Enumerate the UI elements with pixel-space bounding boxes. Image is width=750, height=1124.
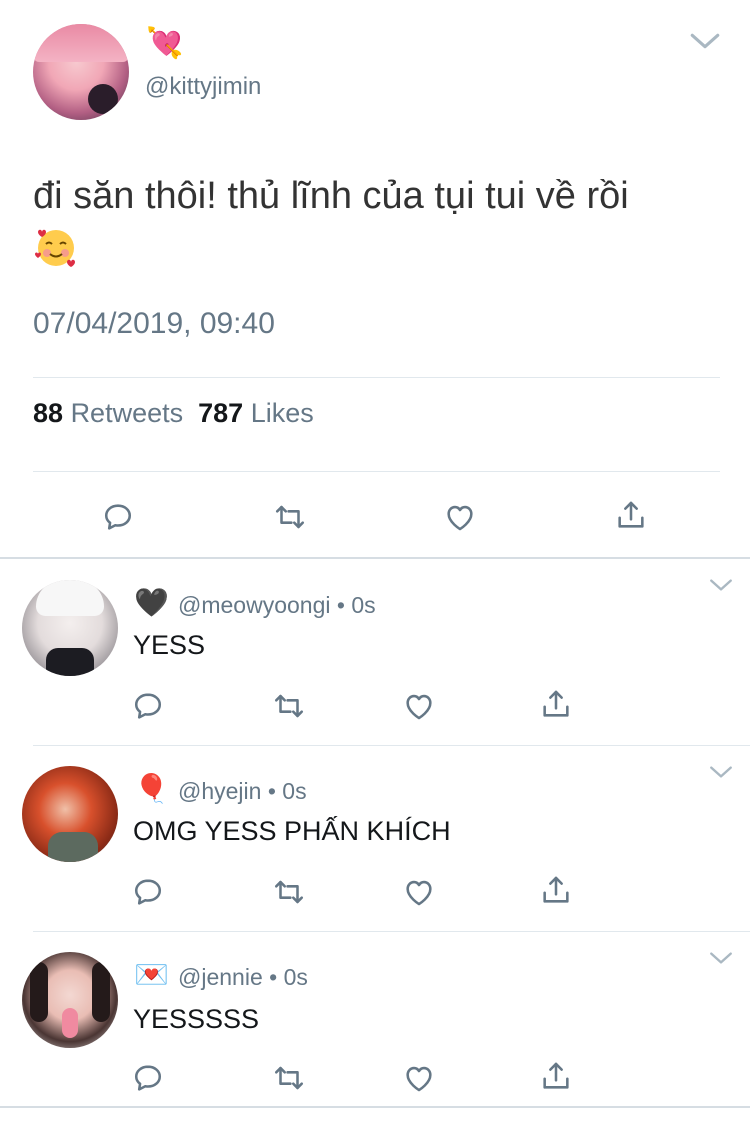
user-handle[interactable]: @hyejin [178,778,261,804]
chevron-down-icon[interactable] [708,575,734,595]
like-count[interactable]: 787 [198,398,243,428]
reply-icon[interactable] [131,875,165,909]
reply-time: • 0s [267,778,307,804]
reply-icon[interactable] [131,1061,165,1095]
engagement-stats: 88 Retweets 787 Likes [33,398,314,429]
reply-icon[interactable] [131,689,165,723]
avatar[interactable] [33,24,129,120]
share-icon[interactable] [539,873,573,907]
retweet-icon[interactable] [272,1061,306,1095]
section-separator [0,1106,750,1108]
tweet-text: đi săn thôi! thủ lĩnh của tụi tui về rồi [33,175,629,217]
section-separator [0,557,750,559]
user-handle[interactable]: @kittyjimin [145,73,261,101]
like-icon[interactable] [402,875,436,909]
like-icon[interactable] [402,689,436,723]
avatar[interactable] [22,766,118,862]
divider [33,745,750,746]
retweet-count[interactable]: 88 [33,398,63,428]
user-handle[interactable]: @meowyoongi [178,592,330,618]
share-icon[interactable] [614,498,648,532]
chevron-down-icon[interactable] [688,24,722,58]
reply-time: • 0s [336,592,376,618]
share-icon[interactable] [539,1059,573,1093]
tweet-timestamp: 07/04/2019, 09:40 [33,307,275,340]
reply-handle[interactable]: @meowyoongi • 0s [178,592,376,619]
reply-time: • 0s [269,964,308,990]
avatar[interactable] [22,952,118,1048]
user-handle[interactable]: @jennie [178,964,263,990]
likes-label[interactable]: Likes [251,398,314,428]
divider [33,377,720,378]
reply-text: YESSSSS [133,1004,260,1034]
reply-text: OMG YESS PHẤN KHÍCH [133,816,451,846]
chevron-down-icon[interactable] [708,762,734,782]
balloon-icon: 🎈 [134,772,169,805]
heart-arrow-icon: 💘 [146,26,184,61]
avatar[interactable] [22,580,118,676]
smiling-face-with-hearts-icon [35,229,75,267]
retweet-icon[interactable] [272,689,306,723]
divider [33,471,720,472]
divider [33,931,750,932]
retweet-icon[interactable] [273,500,307,534]
black-heart-icon: 🖤 [134,586,169,619]
love-letter-icon: 💌 [134,958,169,991]
like-icon[interactable] [402,1061,436,1095]
reply-text: YESS [133,630,206,660]
reply-handle[interactable]: @jennie • 0s [178,964,308,991]
retweet-icon[interactable] [272,875,306,909]
reply-handle[interactable]: @hyejin • 0s [178,778,307,805]
share-icon[interactable] [539,687,573,721]
chevron-down-icon[interactable] [708,948,734,968]
retweets-label[interactable]: Retweets [71,398,184,428]
like-icon[interactable] [443,500,477,534]
reply-icon[interactable] [101,500,135,534]
